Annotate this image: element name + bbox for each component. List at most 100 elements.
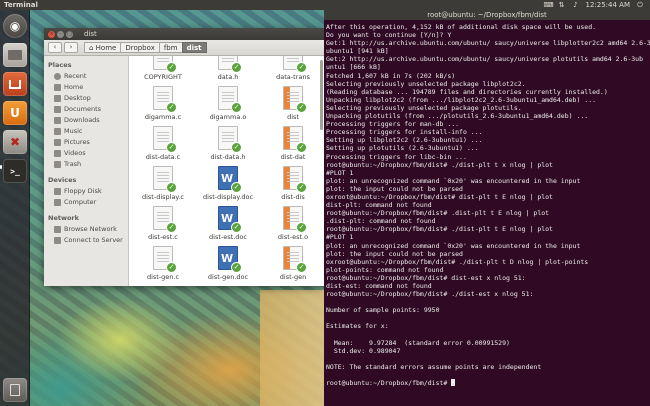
file-item[interactable]: W ✓ dist-est.doc bbox=[196, 206, 260, 241]
file-item[interactable]: W ✓ dist-gen.doc bbox=[196, 246, 260, 281]
breadcrumb: ⌂ Home Dropbox fbm dist bbox=[84, 42, 207, 53]
file-item[interactable]: W ✓ dist-display.doc bbox=[196, 166, 260, 201]
text-file-icon: ✓ bbox=[153, 56, 177, 73]
synced-check-icon: ✓ bbox=[166, 62, 177, 73]
word-document-icon: W ✓ bbox=[218, 206, 242, 233]
settings-icon[interactable]: ✖ bbox=[3, 130, 27, 154]
sidebar-item-home[interactable]: Home bbox=[44, 82, 128, 93]
minimize-icon[interactable]: – bbox=[57, 31, 64, 38]
synced-check-icon: ✓ bbox=[231, 102, 242, 113]
file-item[interactable]: ✓ dist-display.c bbox=[131, 166, 195, 201]
files-icon[interactable] bbox=[3, 43, 27, 67]
file-item[interactable]: ✓ digamma.c bbox=[131, 86, 195, 121]
synced-check-icon: ✓ bbox=[166, 262, 177, 273]
server-icon bbox=[54, 237, 61, 244]
sidebar-item-connect-to-server[interactable]: Connect to Server bbox=[44, 235, 128, 246]
file-name: dist-est.doc bbox=[209, 233, 247, 241]
dash-icon[interactable]: ◉ bbox=[3, 14, 27, 38]
text-file-icon: ✓ bbox=[153, 246, 177, 273]
network-heading: Network bbox=[48, 214, 79, 222]
file-name: digamma.c bbox=[144, 113, 182, 121]
word-document-icon: W ✓ bbox=[218, 166, 242, 193]
synced-check-icon: ✓ bbox=[296, 142, 307, 153]
file-item[interactable]: ✓ dist-dat bbox=[261, 126, 324, 161]
places-sidebar: Places Recent Home Desktop Documents Dow… bbox=[44, 56, 129, 286]
devices-heading: Devices bbox=[48, 176, 77, 184]
software-center-icon[interactable] bbox=[3, 72, 27, 96]
file-item[interactable]: ✓ dist-data.h bbox=[196, 126, 260, 161]
volume-icon[interactable]: ♪ bbox=[572, 1, 580, 9]
file-item[interactable]: ✓ dist-dis bbox=[261, 166, 324, 201]
text-cursor bbox=[451, 379, 456, 387]
close-icon[interactable]: × bbox=[48, 31, 55, 38]
clock-icon bbox=[54, 73, 61, 80]
file-item[interactable]: ✓ dist-gen bbox=[261, 246, 324, 281]
breadcrumb-home[interactable]: ⌂ Home bbox=[84, 42, 122, 53]
keyboard-icon[interactable]: ⌨ bbox=[544, 1, 554, 9]
terminal-icon[interactable]: >_ bbox=[3, 159, 27, 183]
file-grid: ✓ COPYRIGHT ✓ data.h ✓ data-trans ✓ digamma.c ✓ d… bbox=[129, 56, 324, 286]
file-name: dist-dis bbox=[281, 193, 305, 201]
maximize-icon[interactable]: □ bbox=[66, 31, 73, 38]
active-app-title: Terminal bbox=[4, 1, 38, 9]
synced-check-icon: ✓ bbox=[296, 102, 307, 113]
breadcrumb-dist[interactable]: dist bbox=[181, 42, 207, 53]
file-name: dist-dat bbox=[280, 153, 306, 161]
forward-button[interactable]: › bbox=[64, 42, 78, 53]
file-item[interactable]: ✓ data.h bbox=[196, 56, 260, 81]
downloads-icon bbox=[54, 117, 61, 124]
clock[interactable]: 12:25:44 AM bbox=[586, 0, 631, 10]
file-name: dist-data.c bbox=[145, 153, 181, 161]
executable-icon: ✓ bbox=[283, 166, 307, 193]
network-icon[interactable]: ⇅ bbox=[558, 1, 566, 9]
sidebar-item-recent[interactable]: Recent bbox=[44, 71, 128, 82]
file-item[interactable]: ✓ data-trans bbox=[261, 56, 324, 81]
home-icon bbox=[54, 84, 61, 91]
window-title: dist bbox=[84, 30, 97, 38]
file-item[interactable]: ✓ dist-est.c bbox=[131, 206, 195, 241]
text-file-icon: ✓ bbox=[218, 126, 242, 153]
ubuntu-one-icon[interactable]: U bbox=[3, 101, 27, 125]
back-button[interactable]: ‹ bbox=[48, 42, 62, 53]
file-item[interactable]: ✓ digamma.o bbox=[196, 86, 260, 121]
sidebar-item-desktop[interactable]: Desktop bbox=[44, 93, 128, 104]
sidebar-item-floppy-disk[interactable]: Floppy Disk bbox=[44, 186, 128, 197]
synced-check-icon: ✓ bbox=[166, 142, 177, 153]
breadcrumb-fbm[interactable]: fbm bbox=[158, 42, 183, 53]
file-item[interactable]: ✓ dist-gen.c bbox=[131, 246, 195, 281]
sidebar-item-documents[interactable]: Documents bbox=[44, 104, 128, 115]
file-item[interactable]: ✓ dist-data.c bbox=[131, 126, 195, 161]
terminal-output[interactable]: After this operation, 4,152 kB of additi… bbox=[326, 23, 650, 387]
sidebar-item-pictures[interactable]: Pictures bbox=[44, 137, 128, 148]
videos-icon bbox=[54, 150, 61, 157]
file-name: data-trans bbox=[276, 73, 310, 81]
sidebar-item-music[interactable]: Music bbox=[44, 126, 128, 137]
file-name: data.h bbox=[217, 73, 239, 81]
sidebar-item-browse-network[interactable]: Browse Network bbox=[44, 224, 128, 235]
terminal-window[interactable]: root@ubuntu: ~/Dropbox/fbm/dist After th… bbox=[324, 10, 650, 406]
desktop-icon bbox=[54, 95, 61, 102]
trash-icon[interactable] bbox=[3, 378, 27, 402]
computer-icon bbox=[54, 199, 61, 206]
documents-icon bbox=[54, 106, 61, 113]
word-document-icon: W ✓ bbox=[218, 246, 242, 273]
sidebar-item-videos[interactable]: Videos bbox=[44, 148, 128, 159]
file-item[interactable]: ✓ COPYRIGHT bbox=[131, 56, 195, 81]
synced-check-icon: ✓ bbox=[296, 262, 307, 273]
executable-icon: ✓ bbox=[283, 206, 307, 233]
file-name: dist bbox=[287, 113, 299, 121]
text-file-icon: ✓ bbox=[283, 56, 307, 73]
home-icon: ⌂ bbox=[89, 44, 96, 52]
executable-icon: ✓ bbox=[283, 126, 307, 153]
executable-icon: ✓ bbox=[283, 86, 307, 113]
places-heading: Places bbox=[48, 61, 72, 69]
power-icon[interactable]: ⏻ bbox=[636, 1, 644, 9]
file-item[interactable]: ✓ dist bbox=[261, 86, 324, 121]
sidebar-item-trash[interactable]: Trash bbox=[44, 159, 128, 170]
top-panel: Terminal ⌨ ⇅ ♪ 12:25:44 AM ⏻ bbox=[0, 0, 650, 10]
sidebar-item-downloads[interactable]: Downloads bbox=[44, 115, 128, 126]
breadcrumb-dropbox[interactable]: Dropbox bbox=[120, 42, 160, 53]
scrollbar[interactable] bbox=[320, 60, 323, 130]
file-item[interactable]: ✓ dist-est.o bbox=[261, 206, 324, 241]
sidebar-item-computer[interactable]: Computer bbox=[44, 197, 128, 208]
